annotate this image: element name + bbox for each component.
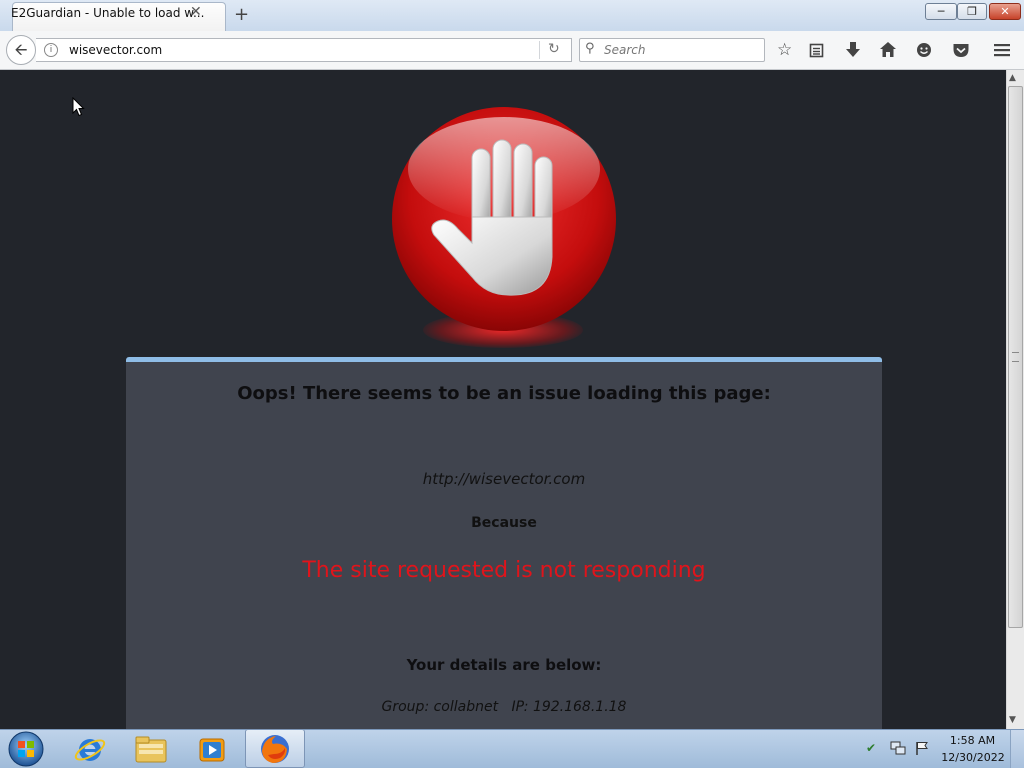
error-reason: The site requested is not responding <box>302 558 706 583</box>
ie-icon[interactable] <box>73 731 107 767</box>
minimize-button[interactable]: ─ <box>925 3 957 20</box>
mouse-cursor-icon <box>72 97 85 117</box>
search-icon: ⚲ <box>585 41 595 56</box>
media-player-icon[interactable] <box>195 731 229 767</box>
details-heading: Your details are below: <box>406 656 602 674</box>
reading-list-icon[interactable] <box>809 42 824 58</box>
bookmark-star-icon[interactable]: ☆ <box>777 40 792 60</box>
scrollbar-grip <box>1012 352 1019 362</box>
windows-start-icon[interactable] <box>6 730 46 768</box>
clock-date[interactable]: 12/30/2022 <box>940 751 1006 764</box>
home-icon[interactable] <box>879 41 897 58</box>
download-icon[interactable] <box>845 41 861 59</box>
url-separator <box>539 41 540 59</box>
flag-icon[interactable] <box>915 741 929 756</box>
menu-icon[interactable] <box>993 42 1011 58</box>
new-tab-button[interactable]: + <box>234 4 249 25</box>
tab-close-icon[interactable]: ✕ <box>190 4 202 20</box>
because-label: Because <box>471 515 537 531</box>
error-heading: Oops! There seems to be an issue loading… <box>237 383 771 404</box>
restore-button[interactable]: ❐ <box>957 3 987 20</box>
explorer-icon[interactable] <box>133 731 169 767</box>
scroll-down-arrow[interactable]: ▼ <box>1009 715 1016 725</box>
blocked-url: http://wisevector.com <box>422 470 586 488</box>
url-text[interactable]: wisevector.com <box>69 43 162 57</box>
info-icon[interactable]: i <box>44 43 58 57</box>
reload-icon[interactable]: ↻ <box>548 41 560 57</box>
close-window-button[interactable]: ✕ <box>989 3 1021 20</box>
search-placeholder: Search <box>604 43 646 57</box>
pocket-icon[interactable] <box>952 42 970 58</box>
clock-time[interactable]: 1:58 AM <box>945 734 1000 747</box>
back-arrow-icon[interactable]: 🡨 <box>6 35 36 65</box>
network-icon[interactable] <box>890 741 906 756</box>
scroll-up-arrow[interactable]: ▲ <box>1009 73 1016 83</box>
shield-icon[interactable]: ✔ <box>866 741 876 755</box>
smiley-icon[interactable] <box>916 42 932 58</box>
stop-hand-icon <box>392 107 616 331</box>
tab-title: E2Guardian - Unable to load w... <box>11 6 205 20</box>
user-details: Group: collabnet IP: 192.168.1.18 <box>381 699 627 715</box>
firefox-icon[interactable] <box>258 732 292 766</box>
show-desktop-button[interactable] <box>1010 730 1024 768</box>
